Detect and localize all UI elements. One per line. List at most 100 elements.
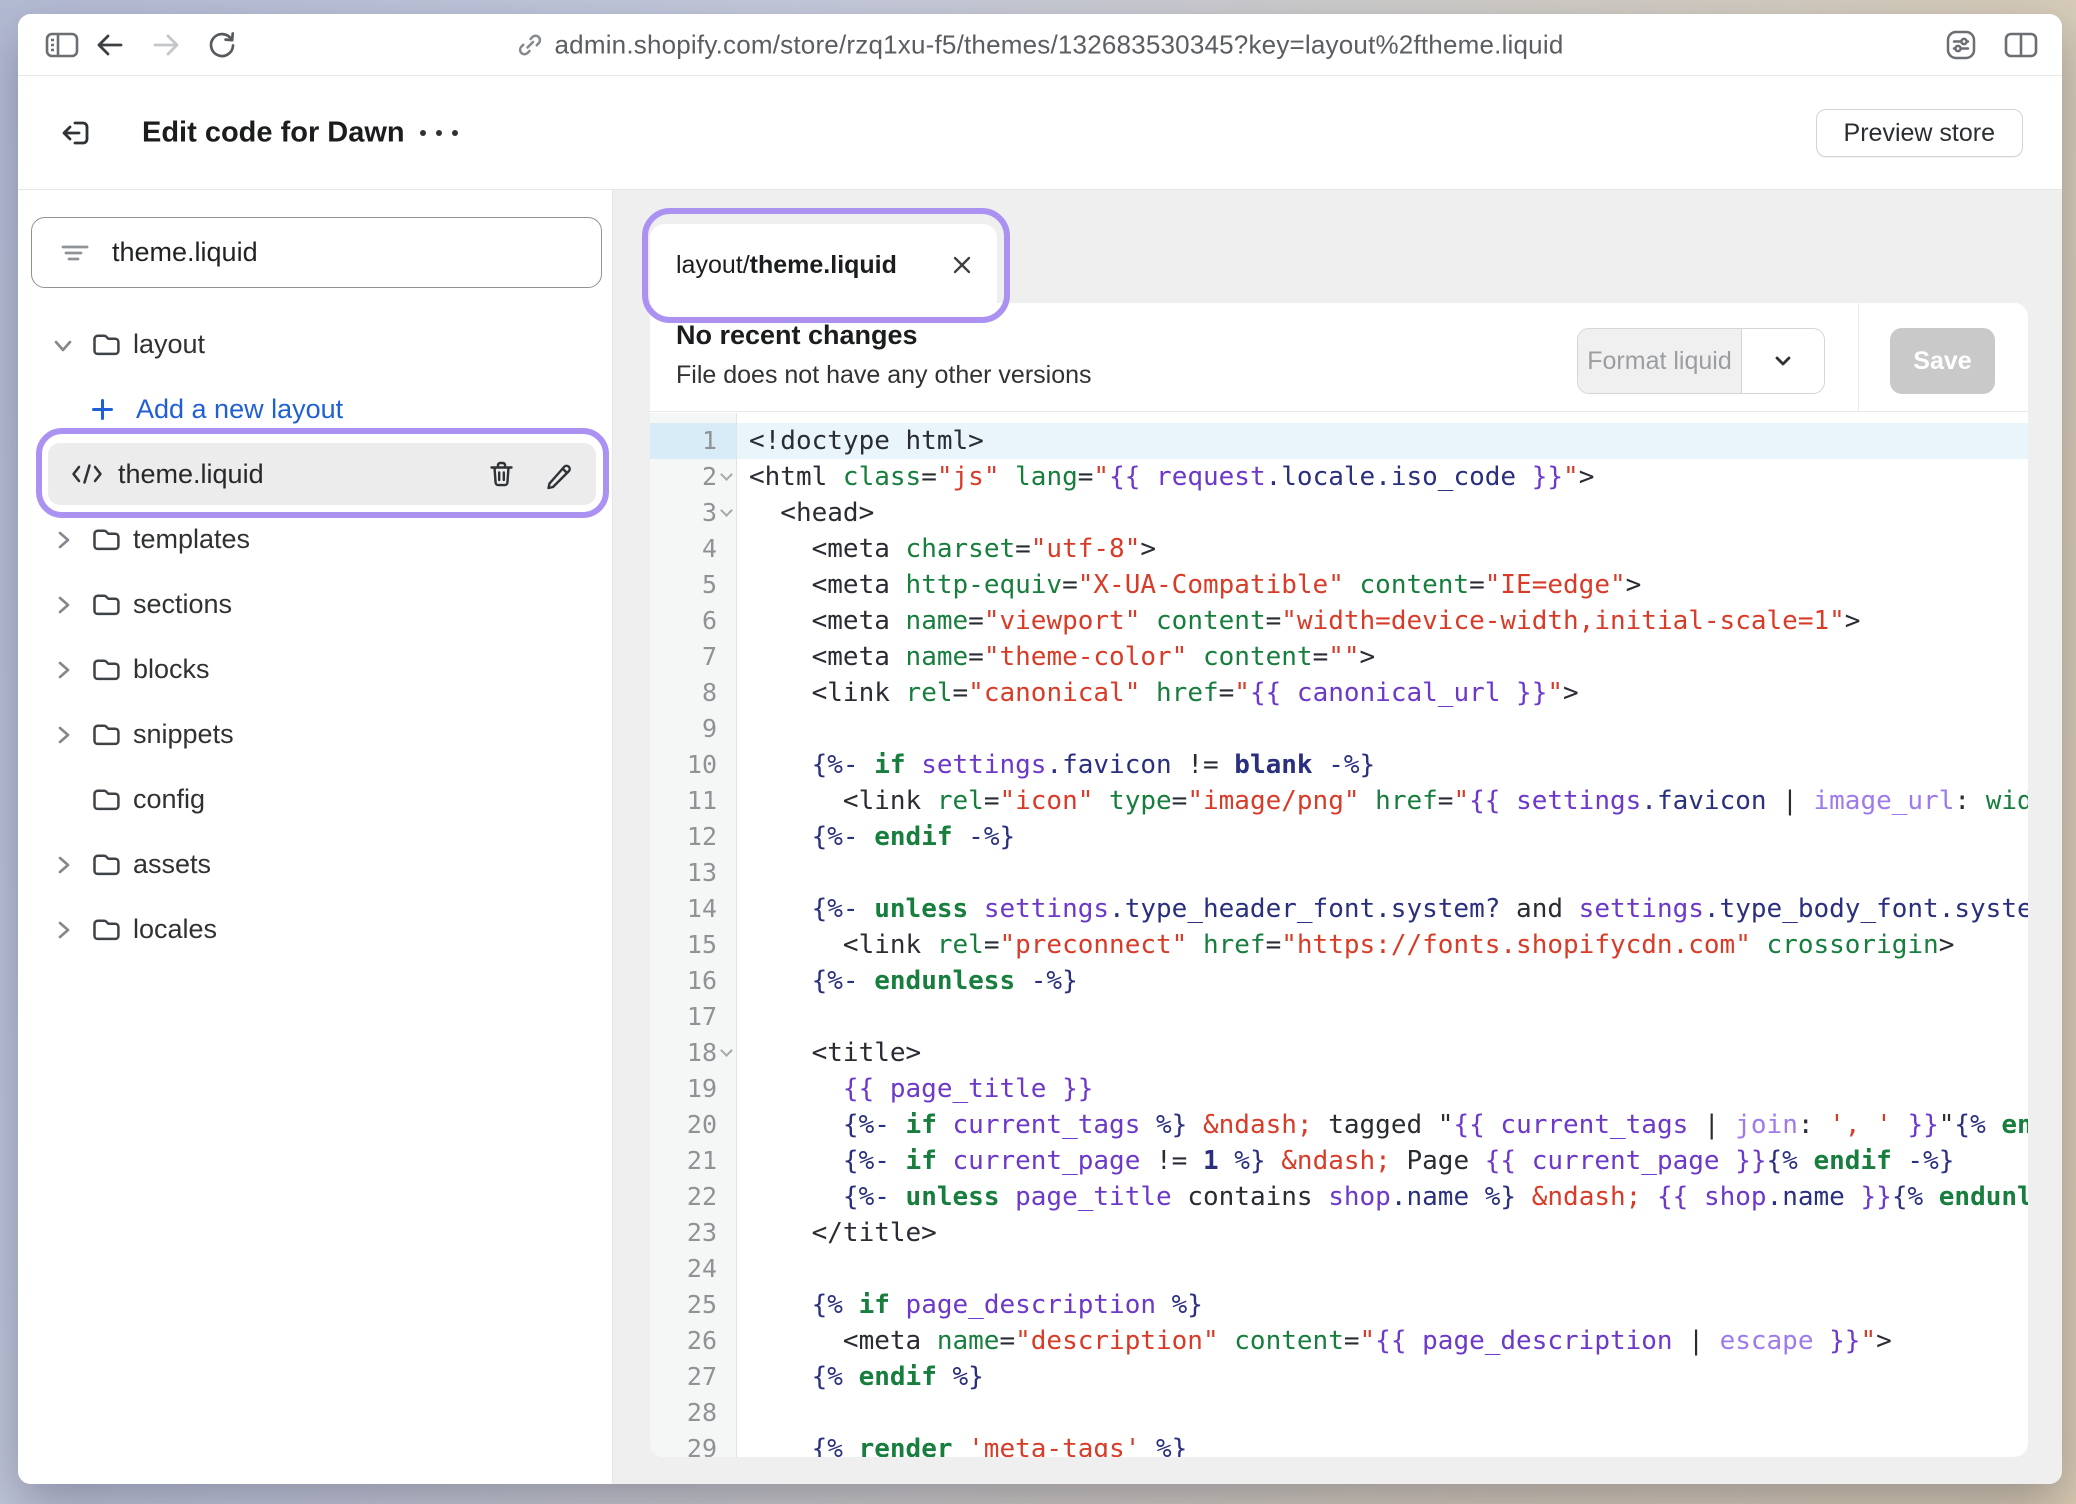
chevron-right-icon[interactable] xyxy=(50,592,90,618)
code-line-4[interactable]: 4 <meta charset="utf-8"> xyxy=(650,531,2028,567)
sidebar-folder-snippets[interactable]: snippets xyxy=(18,702,612,767)
code-text: {% if page_description %} xyxy=(736,1287,1203,1323)
code-line-15[interactable]: 15 <link rel="preconnect" href="https://… xyxy=(650,927,2028,963)
code-line-8[interactable]: 8 <link rel="canonical" href="{{ canonic… xyxy=(650,675,2028,711)
file-label: theme.liquid xyxy=(118,459,460,490)
sidebar-toggle-icon[interactable] xyxy=(45,30,79,60)
sidebar-folder-templates[interactable]: templates xyxy=(18,507,612,572)
code-line-25[interactable]: 25 {% if page_description %} xyxy=(650,1287,2028,1323)
folder-icon xyxy=(90,719,133,750)
more-menu-button[interactable] xyxy=(420,130,458,136)
sidebar-folder-assets[interactable]: assets xyxy=(18,832,612,897)
chevron-right-icon[interactable] xyxy=(50,917,90,943)
sidebar-folder-sections[interactable]: sections xyxy=(18,572,612,637)
chevron-right-icon[interactable] xyxy=(50,527,90,553)
forward-icon[interactable] xyxy=(151,31,181,59)
browser-window: admin.shopify.com/store/rzq1xu-f5/themes… xyxy=(18,14,2062,1484)
code-line-13[interactable]: 13 xyxy=(650,855,2028,891)
code-line-19[interactable]: 19 {{ page_title }} xyxy=(650,1071,2028,1107)
code-line-7[interactable]: 7 <meta name="theme-color" content=""> xyxy=(650,639,2028,675)
chevron-right-icon[interactable] xyxy=(50,722,90,748)
line-number: 23 xyxy=(650,1215,736,1251)
code-line-6[interactable]: 6 <meta name="viewport" content="width=d… xyxy=(650,603,2028,639)
format-caret-button[interactable] xyxy=(1741,329,1824,393)
code-line-17[interactable]: 17 xyxy=(650,999,2028,1035)
code-text: {%- endunless -%} xyxy=(736,963,1078,999)
line-number: 6 xyxy=(650,603,736,639)
code-line-16[interactable]: 16 {%- endunless -%} xyxy=(650,963,2028,999)
code-editor[interactable]: 1<!doctype html>2<html class="js" lang="… xyxy=(650,413,2028,1457)
preview-store-button[interactable]: Preview store xyxy=(1816,109,2023,157)
sidebar-folder-blocks[interactable]: blocks xyxy=(18,637,612,702)
folder-label: sections xyxy=(133,589,232,620)
code-line-1[interactable]: 1<!doctype html> xyxy=(650,423,2028,459)
code-line-28[interactable]: 28 xyxy=(650,1395,2028,1431)
code-line-24[interactable]: 24 xyxy=(650,1251,2028,1287)
code-line-20[interactable]: 20 {%- if current_tags %} &ndash; tagged… xyxy=(650,1107,2028,1143)
line-number: 12 xyxy=(650,819,736,855)
line-number: 18 xyxy=(650,1035,736,1071)
sidebar-file-theme-liquid[interactable]: theme.liquid xyxy=(48,443,596,505)
code-line-12[interactable]: 12 {%- endif -%} xyxy=(650,819,2028,855)
chevron-right-icon[interactable] xyxy=(50,657,90,683)
code-line-2[interactable]: 2<html class="js" lang="{{ request.local… xyxy=(650,459,2028,495)
line-number: 26 xyxy=(650,1323,736,1359)
split-view-icon[interactable] xyxy=(2004,30,2038,60)
trash-icon[interactable] xyxy=(486,459,517,490)
reload-icon[interactable] xyxy=(206,29,238,61)
code-line-22[interactable]: 22 {%- unless page_title contains shop.n… xyxy=(650,1179,2028,1215)
code-text: <title> xyxy=(736,1035,921,1071)
sidebar-folder-locales[interactable]: locales xyxy=(18,897,612,962)
folder-label: config xyxy=(133,784,205,815)
app-header: Edit code for Dawn Preview store xyxy=(18,76,2062,190)
code-line-10[interactable]: 10 {%- if settings.favicon != blank -%} xyxy=(650,747,2028,783)
fold-chevron-icon[interactable] xyxy=(720,1044,733,1057)
code-line-21[interactable]: 21 {%- if current_page != 1 %} &ndash; P… xyxy=(650,1143,2028,1179)
code-line-18[interactable]: 18 <title> xyxy=(650,1035,2028,1071)
folder-label: blocks xyxy=(133,654,210,685)
format-liquid-button[interactable]: Format liquid xyxy=(1577,328,1825,394)
code-text: {% endif %} xyxy=(736,1359,984,1395)
chevron-down-icon[interactable] xyxy=(50,332,90,358)
exit-icon[interactable] xyxy=(58,115,94,151)
version-subtitle: File does not have any other versions xyxy=(676,361,1092,390)
add-new-layout-button[interactable]: Add a new layout xyxy=(18,377,612,442)
address-bar[interactable]: admin.shopify.com/store/rzq1xu-f5/themes… xyxy=(517,29,1564,60)
code-line-11[interactable]: 11 <link rel="icon" type="image/png" hre… xyxy=(650,783,2028,819)
close-icon[interactable] xyxy=(951,254,973,276)
version-title: No recent changes xyxy=(676,320,918,351)
sidebar-folder-config[interactable]: config xyxy=(18,767,612,832)
code-text: <meta charset="utf-8"> xyxy=(736,531,1156,567)
tab-theme-liquid[interactable]: layout/theme.liquid xyxy=(650,224,997,306)
version-bar: No recent changes File does not have any… xyxy=(650,303,2028,412)
page-settings-icon[interactable] xyxy=(1945,29,1977,61)
code-line-27[interactable]: 27 {% endif %} xyxy=(650,1359,2028,1395)
chevron-right-icon[interactable] xyxy=(50,852,90,878)
code-text: <!doctype html> xyxy=(736,423,984,459)
sidebar-folder-layout[interactable]: layout xyxy=(18,312,612,377)
fold-chevron-icon[interactable] xyxy=(720,468,733,481)
pencil-icon[interactable] xyxy=(543,459,574,490)
line-number: 20 xyxy=(650,1107,736,1143)
code-line-5[interactable]: 5 <meta http-equiv="X-UA-Compatible" con… xyxy=(650,567,2028,603)
line-number: 28 xyxy=(650,1395,736,1431)
code-line-29[interactable]: 29 {% render 'meta-tags' %} xyxy=(650,1431,2028,1457)
code-line-3[interactable]: 3 <head> xyxy=(650,495,2028,531)
code-text xyxy=(736,711,749,747)
code-text: <meta name="theme-color" content=""> xyxy=(736,639,1375,675)
save-button[interactable]: Save xyxy=(1890,328,1995,394)
code-text: {%- unless settings.type_header_font.sys… xyxy=(736,891,2028,927)
code-line-14[interactable]: 14 {%- unless settings.type_header_font.… xyxy=(650,891,2028,927)
code-text: <link rel="icon" type="image/png" href="… xyxy=(736,783,2028,819)
code-line-23[interactable]: 23 </title> xyxy=(650,1215,2028,1251)
code-text: {%- if current_page != 1 %} &ndash; Page… xyxy=(736,1143,1954,1179)
file-search-input[interactable]: theme.liquid xyxy=(31,217,602,288)
browser-toolbar: admin.shopify.com/store/rzq1xu-f5/themes… xyxy=(18,14,2062,76)
code-file-icon xyxy=(70,462,104,486)
back-icon[interactable] xyxy=(95,31,125,59)
line-number: 9 xyxy=(650,711,736,747)
code-text xyxy=(736,1251,749,1287)
fold-chevron-icon[interactable] xyxy=(720,504,733,517)
code-line-26[interactable]: 26 <meta name="description" content="{{ … xyxy=(650,1323,2028,1359)
code-line-9[interactable]: 9 xyxy=(650,711,2028,747)
